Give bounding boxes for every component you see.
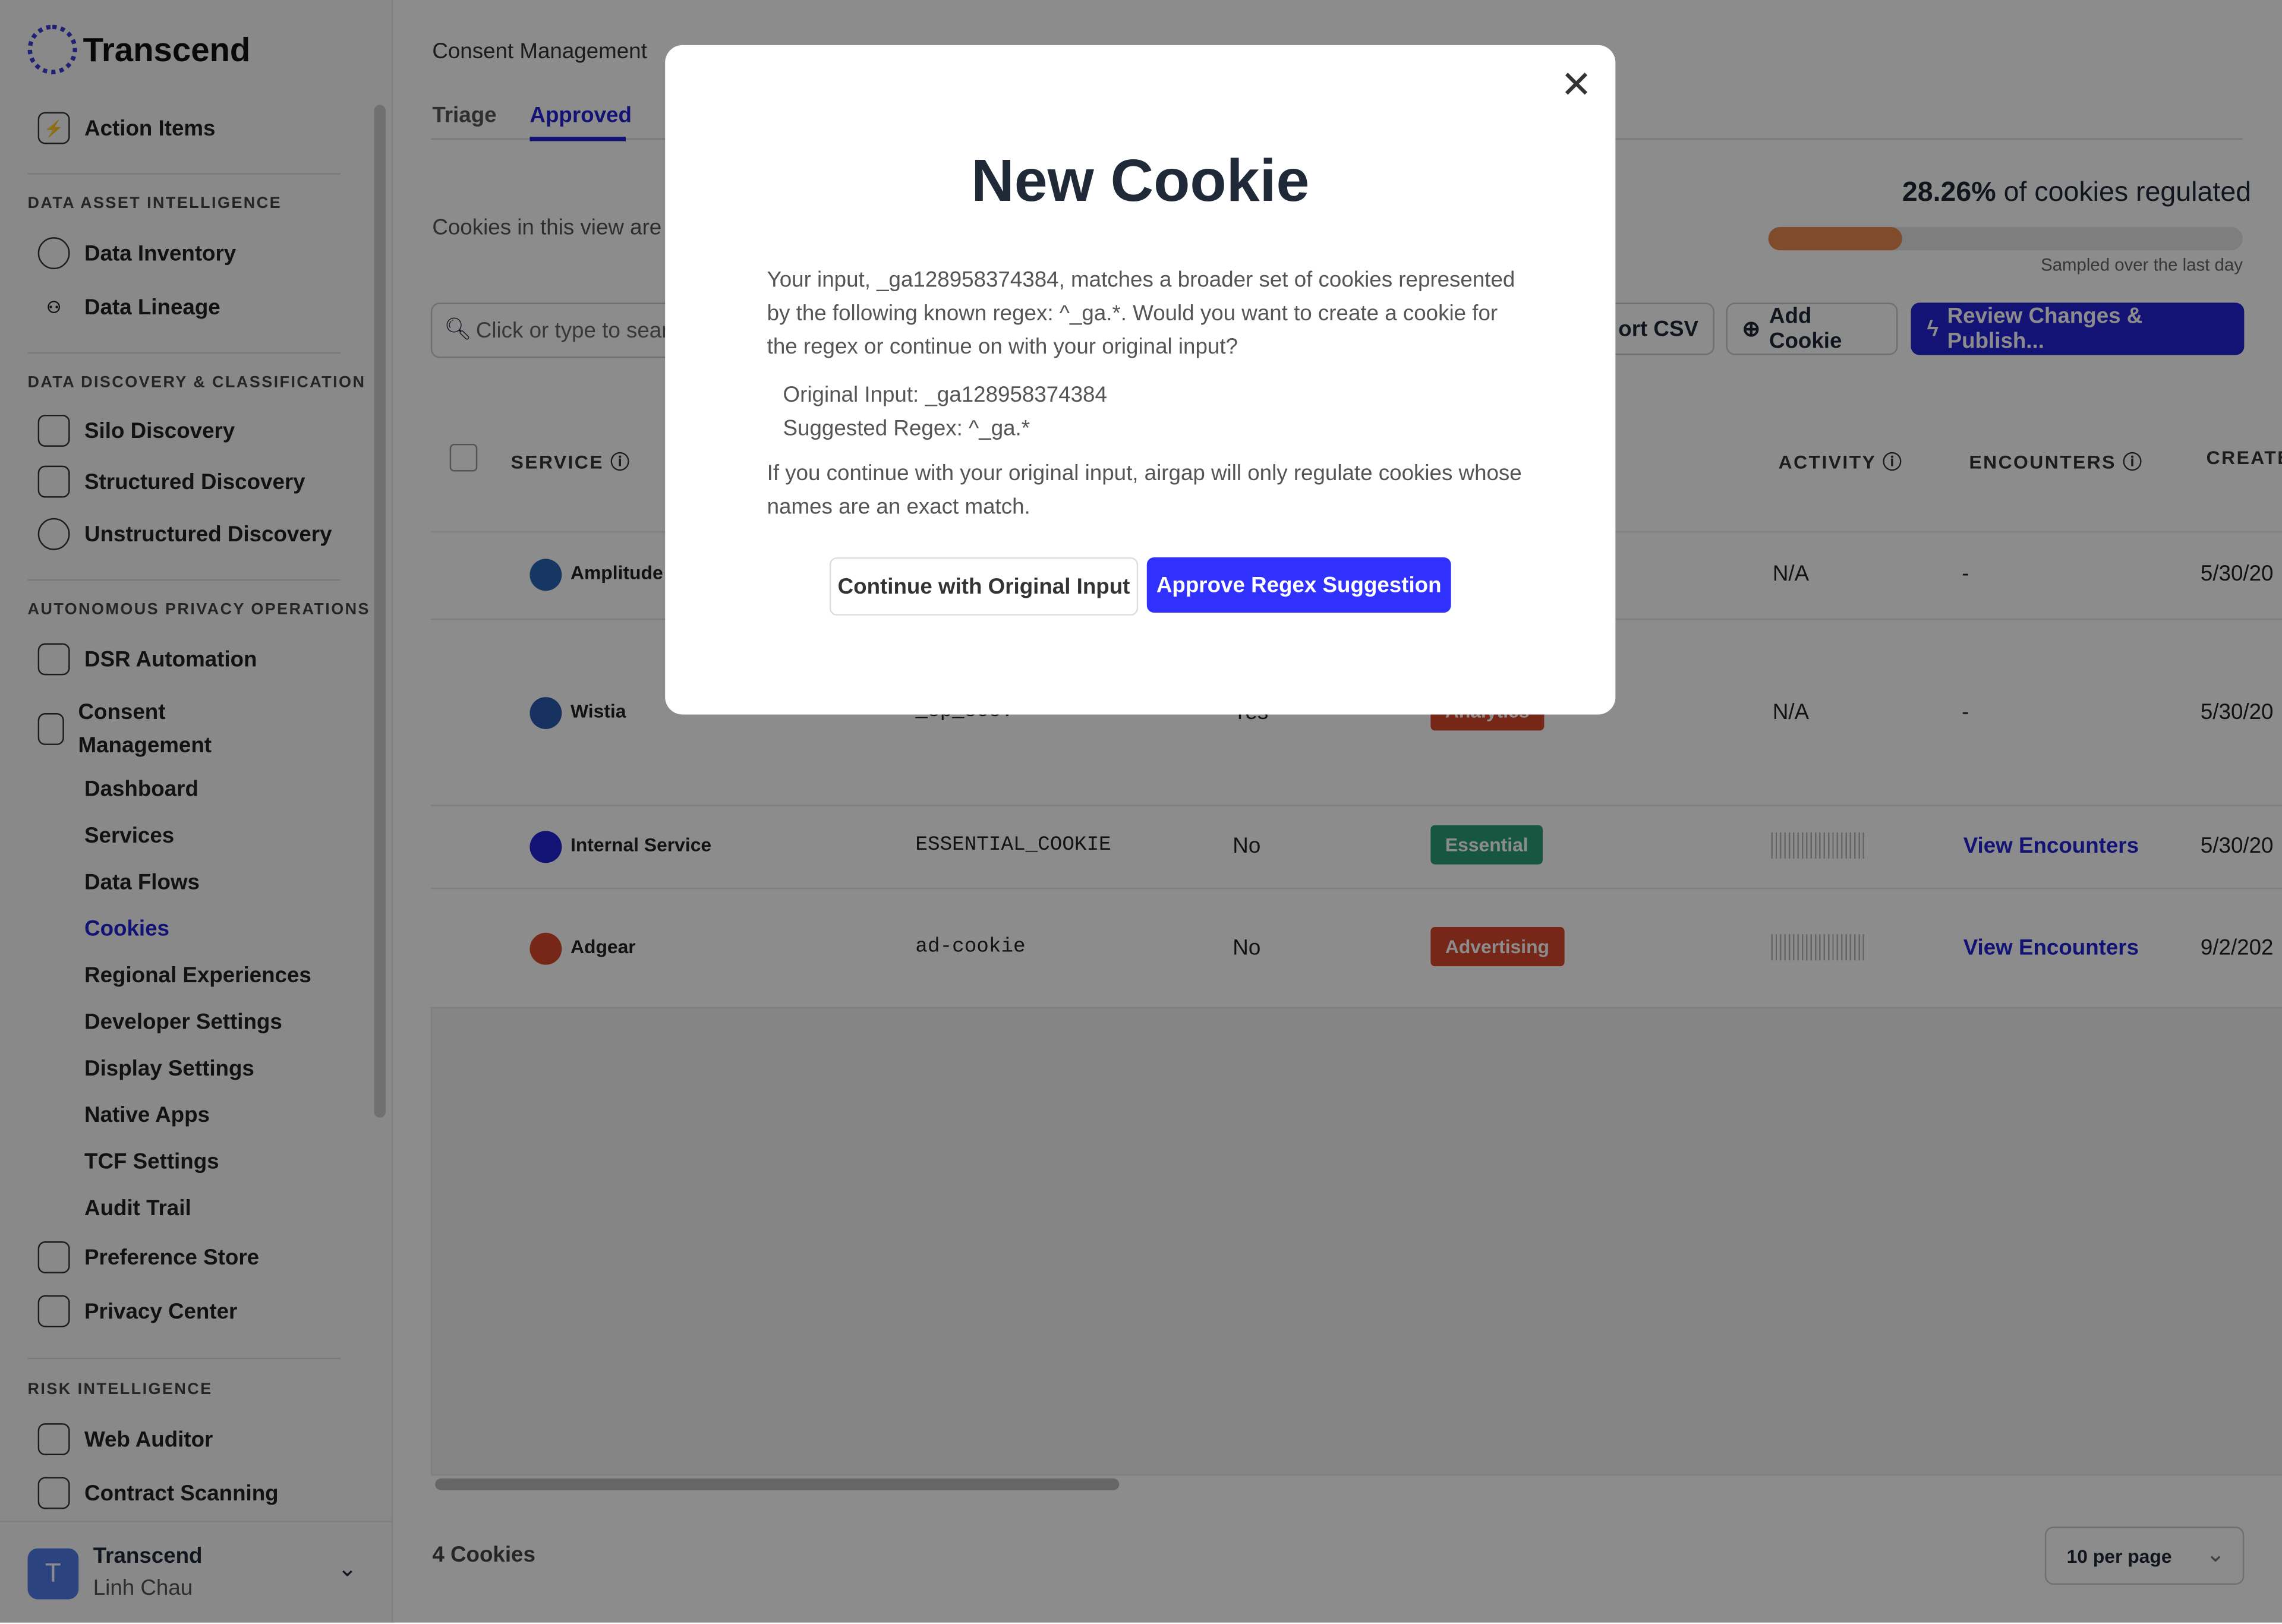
close-icon[interactable]: ✕ xyxy=(1561,62,1592,108)
modal-body: Your input, _ga128958374384, matches a b… xyxy=(767,267,1515,360)
modal-note: If you continue with your original input… xyxy=(767,461,1522,520)
suggested-regex: Suggested Regex: ^_ga.* xyxy=(783,416,1030,442)
approve-regex-button[interactable]: Approve Regex Suggestion xyxy=(1146,557,1451,613)
continue-original-button[interactable]: Continue with Original Input xyxy=(829,557,1139,616)
original-input: Original Input: _ga128958374384 xyxy=(783,383,1107,408)
modal-title: New Cookie xyxy=(971,147,1310,215)
new-cookie-modal: ✕ New Cookie Your input, _ga128958374384… xyxy=(665,45,1616,715)
